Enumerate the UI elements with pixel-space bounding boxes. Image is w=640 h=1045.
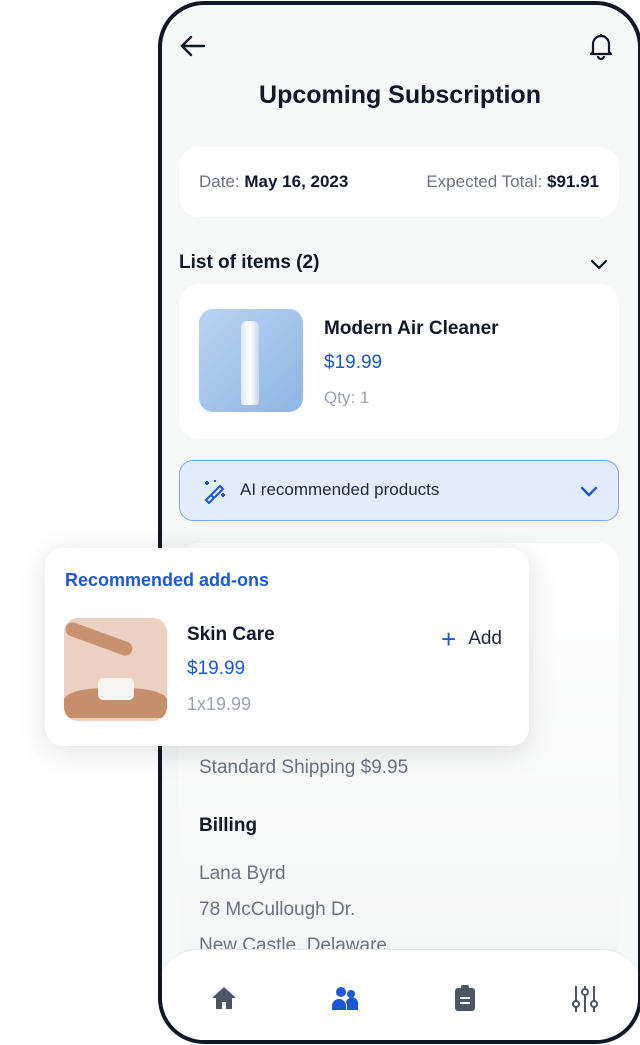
magic-wand-icon	[204, 480, 225, 504]
product-price: $19.99	[324, 352, 383, 373]
product-image	[199, 309, 303, 412]
ai-recommended-dropdown[interactable]: AI recommended products	[179, 460, 619, 521]
ai-recommended-label: AI recommended products	[240, 480, 440, 499]
phone-frame: Upcoming Subscription Date: May 16, 2023…	[158, 1, 640, 1044]
addon-name: Skin Care	[187, 624, 275, 645]
shipping-info: Standard Shipping $9.95	[199, 757, 409, 778]
billing-title: Billing	[199, 815, 258, 836]
subscription-summary: Date: May 16, 2023 Expected Total: $91.9…	[179, 147, 619, 217]
home-icon[interactable]	[210, 984, 238, 1012]
list-item[interactable]: Modern Air Cleaner $19.99 Qty: 1	[179, 284, 619, 439]
clipboard-icon[interactable]	[451, 984, 479, 1012]
sliders-icon[interactable]	[571, 984, 599, 1012]
add-button[interactable]: + Add	[441, 626, 502, 652]
total-label: Expected Total:	[426, 172, 543, 191]
date-label: Date:	[199, 172, 240, 191]
billing-name: Lana Byrd	[199, 863, 286, 884]
plus-icon: +	[441, 624, 457, 654]
addon-qty: 1x19.99	[187, 694, 252, 714]
bottom-nav	[162, 949, 638, 1040]
chevron-down-icon	[580, 486, 598, 497]
skin-care-image	[64, 618, 167, 721]
billing-street: 78 McCullough Dr.	[199, 899, 356, 920]
product-qty: Qty: 1	[324, 388, 370, 407]
page-title: Upcoming Subscription	[259, 81, 541, 109]
items-list-header: List of items (2)	[179, 252, 320, 273]
chevron-down-icon[interactable]	[588, 253, 610, 275]
recommended-addons-card: Recommended add-ons Skin Care $19.99 1x1…	[45, 548, 529, 746]
bell-icon[interactable]	[588, 31, 614, 61]
total-value: $91.91	[547, 172, 599, 191]
date-value: May 16, 2023	[244, 172, 349, 191]
add-label: Add	[468, 628, 502, 649]
addons-title: Recommended add-ons	[65, 570, 270, 590]
back-arrow-icon[interactable]	[178, 31, 208, 61]
product-name: Modern Air Cleaner	[324, 318, 499, 339]
users-icon[interactable]	[331, 984, 359, 1012]
addon-price: $19.99	[187, 658, 246, 679]
